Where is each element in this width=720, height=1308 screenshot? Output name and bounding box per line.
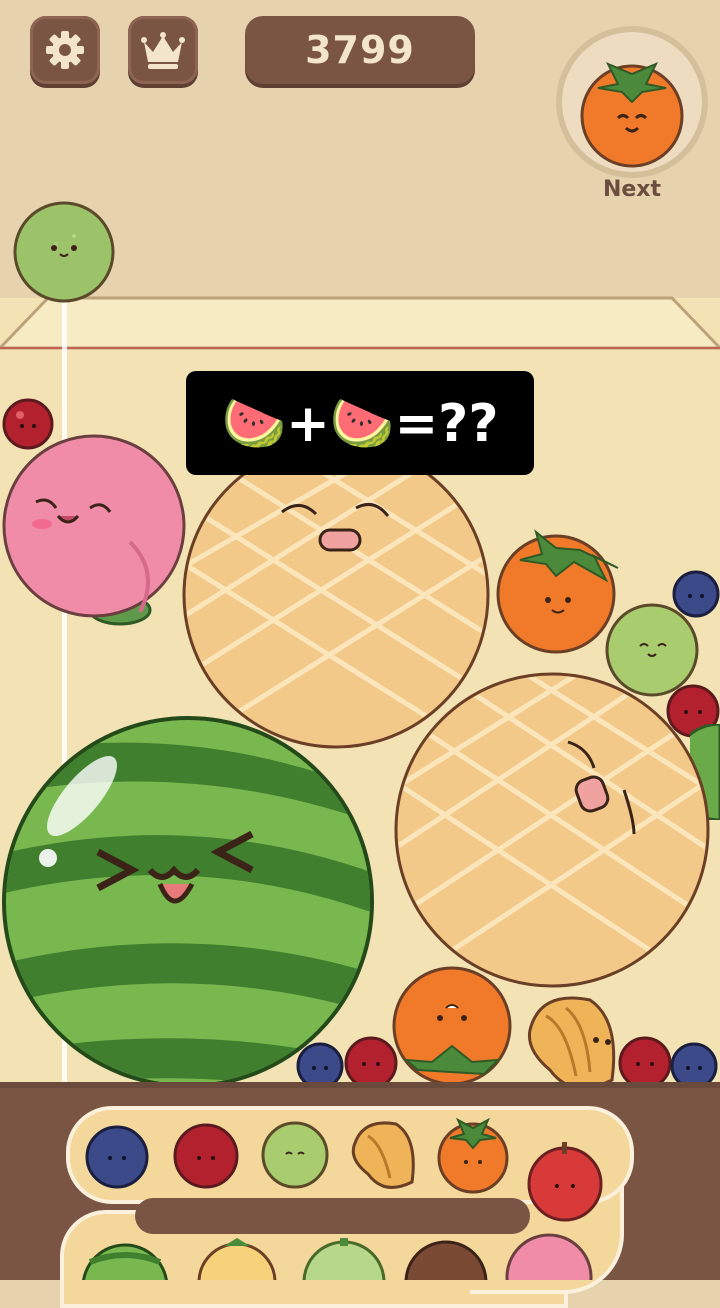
fruit-watermelon <box>2 716 374 1088</box>
evolution-melon-icon <box>300 1238 388 1280</box>
evolution-track-gap <box>135 1198 530 1234</box>
evolution-persimmon-icon <box>432 1112 514 1194</box>
next-label: Next <box>602 177 662 202</box>
evolution-peach-icon <box>504 1232 594 1280</box>
evolution-blueberry-icon <box>84 1124 150 1190</box>
score-display: 3799 <box>245 16 475 84</box>
dropping-fruit-lime[interactable] <box>12 200 116 304</box>
evolution-pineapple-icon <box>194 1238 280 1280</box>
crown-icon <box>140 30 186 70</box>
persimmon-icon <box>580 62 684 168</box>
container-rim <box>0 296 720 350</box>
gear-icon <box>43 28 87 72</box>
evolution-banana-icon <box>346 1116 420 1190</box>
evolution-pear-icon <box>404 1240 488 1280</box>
caption-overlay: 🍉+🍉=?? <box>186 371 534 475</box>
fruit-banana <box>520 990 624 1094</box>
evolution-lime-icon <box>260 1120 330 1190</box>
fruit-orange <box>388 966 516 1090</box>
settings-button[interactable] <box>30 16 100 84</box>
ranking-button[interactable] <box>128 16 198 84</box>
next-fruit-preview <box>556 26 708 178</box>
fruit-melon <box>392 670 710 988</box>
evolution-cherry-icon <box>172 1122 240 1190</box>
danger-line <box>0 347 720 349</box>
evolution-apple-icon <box>524 1140 606 1222</box>
evolution-watermelon-icon <box>80 1242 170 1280</box>
fruit-peach <box>0 432 190 628</box>
